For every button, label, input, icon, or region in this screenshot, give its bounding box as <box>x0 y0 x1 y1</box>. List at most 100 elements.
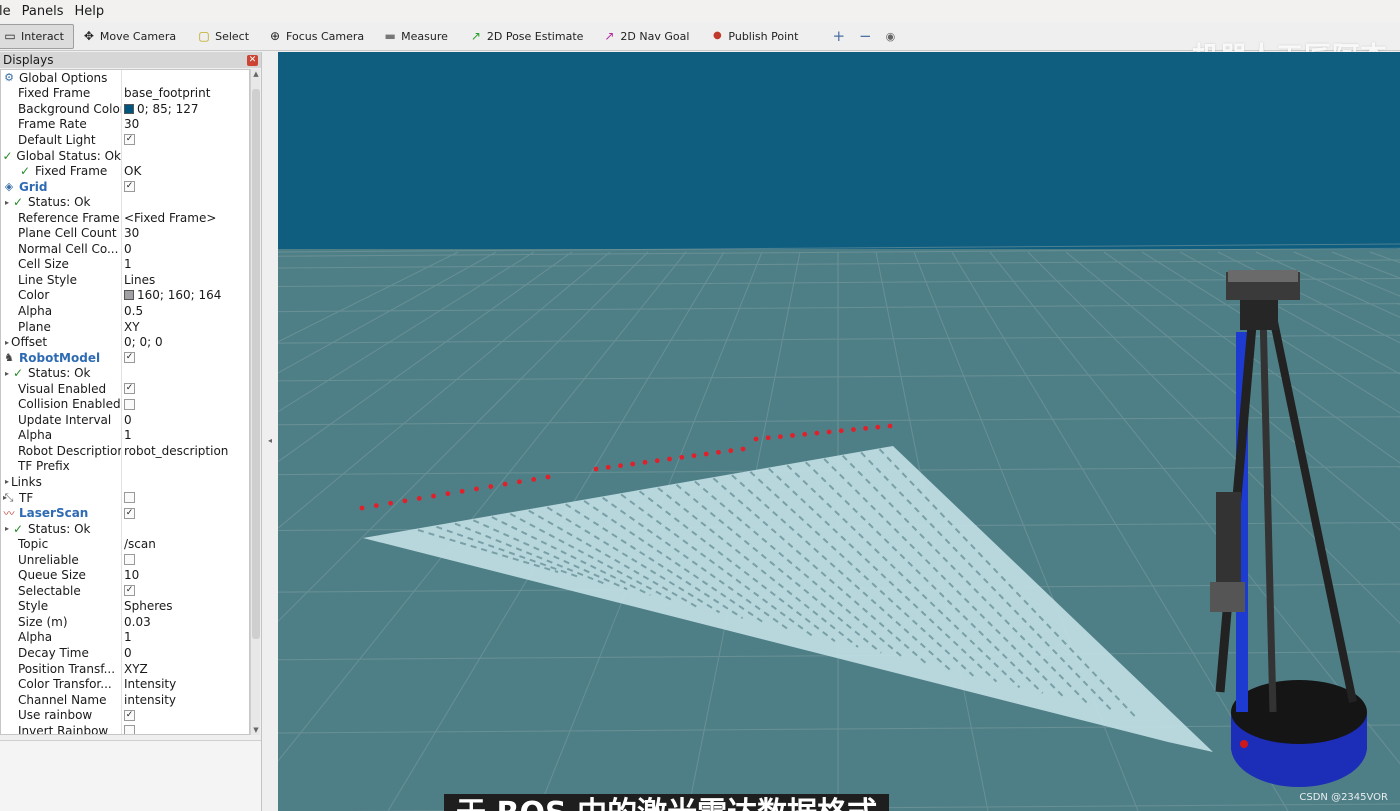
display-row[interactable]: Queue Size 10 <box>1 567 249 584</box>
enabled-checkbox[interactable]: ✓ <box>124 352 135 364</box>
nav-goal-button[interactable]: ↗ 2D Nav Goal <box>598 24 698 49</box>
display-row[interactable]: Alpha 1 <box>1 629 249 646</box>
display-row[interactable]: Alpha 1 <box>1 427 249 444</box>
display-row[interactable]: Invert Rainbow <box>1 722 249 734</box>
display-row[interactable]: Reference Frame <Fixed Frame> <box>1 209 249 226</box>
display-row-value-cell[interactable]: 0 <box>124 646 132 660</box>
display-row[interactable]: ▸ ✓ Status: Ok <box>1 365 249 381</box>
display-row[interactable]: Plane XY <box>1 318 249 335</box>
display-row-value-cell[interactable]: intensity <box>124 693 176 707</box>
display-row-value-cell[interactable] <box>124 725 135 734</box>
display-row-value-cell[interactable]: ✓ <box>124 181 135 193</box>
enabled-checkbox[interactable]: ✓ <box>124 383 135 395</box>
enabled-checkbox[interactable] <box>124 725 135 734</box>
display-row-value-cell[interactable]: XY <box>124 320 140 334</box>
display-row[interactable]: Channel Name intensity <box>1 691 249 708</box>
display-row-value-cell[interactable]: 30 <box>124 117 139 131</box>
display-row[interactable]: 〰 LaserScan ✓ <box>1 505 249 521</box>
display-row-value-cell[interactable]: ✓ <box>124 709 135 721</box>
display-row[interactable]: Topic/scan <box>1 536 249 552</box>
display-row-value-cell[interactable]: <Fixed Frame> <box>124 211 216 225</box>
display-row[interactable]: Decay Time 0 <box>1 645 249 661</box>
displays-scrollbar[interactable]: ▲ ▼ <box>250 69 260 735</box>
scroll-thumb[interactable] <box>252 89 260 639</box>
display-row[interactable]: ▸ ✓ Status: Ok <box>1 520 249 537</box>
display-row[interactable]: ◈ Grid ✓ <box>1 178 249 195</box>
3d-viewport[interactable]: 于 ROS 中的激光雷达数据格式 CSDN @2345VOR <box>278 52 1400 811</box>
view-menu-button[interactable]: ◉ <box>879 24 903 49</box>
menu-help[interactable]: Help <box>70 4 111 19</box>
panel-splitter[interactable]: ◂ <box>262 52 278 811</box>
display-row[interactable]: Update Interval 0 <box>1 412 249 428</box>
expand-arrow-icon[interactable]: ▸ <box>3 524 11 533</box>
publish-point-button[interactable]: ● Publish Point <box>706 24 807 49</box>
displays-tree[interactable]: ⚙ Global Options Fixed Frame base_footprint… <box>0 69 250 735</box>
display-row[interactable]: Plane Cell Count 30 <box>1 225 249 242</box>
display-row-value-cell[interactable]: Spheres <box>124 599 173 613</box>
display-row[interactable]: ▸ Offset 0; 0; 0 <box>1 334 249 350</box>
display-row-value-cell[interactable]: OK <box>124 164 141 178</box>
color-swatch[interactable] <box>124 290 134 301</box>
scroll-down-icon[interactable]: ▼ <box>251 726 261 734</box>
display-row[interactable]: Selectable ✓ <box>1 583 249 599</box>
display-row-value-cell[interactable]: 0; 0; 0 <box>124 335 163 349</box>
display-row-value-cell[interactable]: 0.5 <box>124 304 143 318</box>
scroll-up-icon[interactable]: ▲ <box>251 70 261 78</box>
display-row[interactable]: Visual Enabled ✓ <box>1 380 249 397</box>
display-row[interactable]: ▸ ✓ Status: Ok <box>1 194 249 210</box>
display-row[interactable]: Line Style Lines <box>1 272 249 288</box>
expand-arrow-icon[interactable]: ▸ <box>3 338 11 347</box>
display-row-value-cell[interactable]: base_footprint <box>124 86 210 100</box>
display-row[interactable]: Color 160; 160; 164 <box>1 287 249 304</box>
display-row[interactable]: Cell Size 1 <box>1 256 249 273</box>
enabled-checkbox[interactable]: ✓ <box>124 134 135 146</box>
enabled-checkbox[interactable] <box>124 492 135 504</box>
move-camera-button[interactable]: ✥ Move Camera <box>78 24 185 49</box>
enabled-checkbox[interactable]: ✓ <box>124 585 135 597</box>
display-row[interactable]: ✓ Global Status: Ok <box>1 147 249 164</box>
focus-camera-button[interactable]: ⊕ Focus Camera <box>264 24 373 49</box>
display-row-value-cell[interactable] <box>124 554 135 566</box>
display-row[interactable]: Background Color 0; 85; 127 <box>1 101 249 117</box>
add-tool-button[interactable]: + <box>825 24 852 49</box>
display-row-value-cell[interactable]: ✓ <box>124 507 135 519</box>
collapse-arrow-icon[interactable]: ◂ <box>268 436 272 445</box>
display-row-value-cell[interactable]: XYZ <box>124 662 148 676</box>
menu-panels[interactable]: Panels <box>18 4 71 19</box>
display-row[interactable]: Default Light ✓ <box>1 132 249 148</box>
display-row-value-cell[interactable]: 0.03 <box>124 615 151 629</box>
display-row-value-cell[interactable]: 0 <box>124 242 132 256</box>
display-row[interactable]: ▸ ⤡ TF <box>1 489 249 506</box>
expand-arrow-icon[interactable]: ▸ <box>3 198 11 207</box>
display-row-value-cell[interactable]: Lines <box>124 273 155 287</box>
display-row[interactable]: ✓ Fixed Frame OK <box>1 163 249 179</box>
display-row[interactable]: Size (m) 0.03 <box>1 614 249 630</box>
display-row-value-cell[interactable]: ✓ <box>124 383 135 395</box>
display-row[interactable]: TF Prefix <box>1 458 249 475</box>
enabled-checkbox[interactable] <box>124 398 135 410</box>
display-row-value-cell[interactable]: 10 <box>124 568 139 582</box>
enabled-checkbox[interactable] <box>124 554 135 566</box>
display-row-value-cell[interactable] <box>124 398 135 410</box>
display-row[interactable]: ♞ RobotModel ✓ <box>1 349 249 366</box>
menu-file[interactable]: le <box>0 4 18 19</box>
select-button[interactable]: ▢ Select <box>193 24 258 49</box>
remove-tool-button[interactable]: − <box>852 24 879 49</box>
display-row-value-cell[interactable]: 160; 160; 164 <box>124 288 221 302</box>
interact-tool-button[interactable]: ▭ Interact <box>0 23 74 49</box>
display-row[interactable]: Fixed Frame base_footprint <box>1 85 249 102</box>
display-row[interactable]: Alpha 0.5 <box>1 303 249 319</box>
display-row-value-cell[interactable]: 0 <box>124 413 132 427</box>
display-row-value-cell[interactable]: 1 <box>124 428 132 442</box>
display-row-value-cell[interactable] <box>124 492 135 504</box>
display-row[interactable]: Normal Cell Co... 0 <box>1 241 249 257</box>
enabled-checkbox[interactable]: ✓ <box>124 507 135 519</box>
display-row-value-cell[interactable]: robot_description <box>124 444 228 458</box>
enabled-checkbox[interactable]: ✓ <box>124 181 135 193</box>
display-row[interactable]: ⚙ Global Options <box>1 70 249 86</box>
measure-button[interactable]: ▬ Measure <box>379 24 457 49</box>
display-row-value-cell[interactable]: Intensity <box>124 677 176 691</box>
expand-arrow-icon[interactable]: ▸ <box>3 477 11 486</box>
pose-estimate-button[interactable]: ↗ 2D Pose Estimate <box>465 24 593 49</box>
display-row[interactable]: Frame Rate 30 <box>1 116 249 133</box>
